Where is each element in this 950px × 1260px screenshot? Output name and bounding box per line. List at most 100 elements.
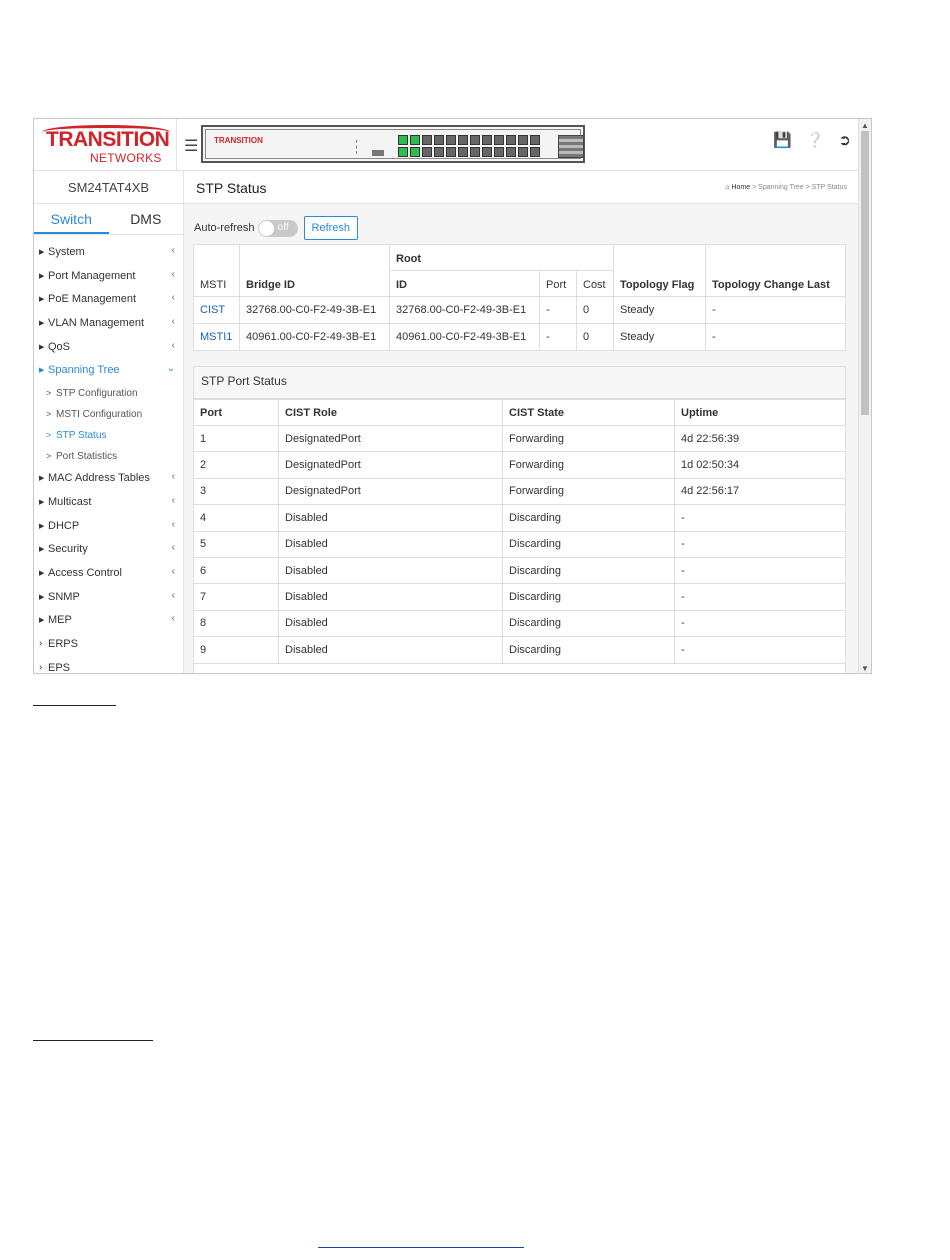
column-header: Port <box>539 270 577 297</box>
save-icon[interactable]: 💾 <box>773 133 792 148</box>
ethernet-port-icon[interactable] <box>422 147 432 157</box>
table-cell: - <box>674 556 846 585</box>
sidebar-item-spanning-tree[interactable]: ▶ Spanning Tree ⌄ <box>34 359 183 383</box>
auto-refresh-toggle[interactable]: off <box>257 219 298 237</box>
logout-icon[interactable]: ➲ <box>838 133 851 148</box>
scroll-thumb[interactable] <box>861 131 869 415</box>
ethernet-port-icon[interactable] <box>398 135 408 145</box>
breadcrumb-home[interactable]: Home <box>731 184 750 191</box>
table-row: 6 Disabled Discarding - <box>193 556 846 585</box>
breadcrumb-current: STP Status <box>811 184 847 191</box>
sidebar-subitem-label: Port Statistics <box>56 451 118 463</box>
ethernet-port-icon[interactable] <box>494 147 504 157</box>
chevron-left-icon: ‹ <box>171 542 175 554</box>
sidebar-item-qos[interactable]: ▶ QoS ‹ <box>34 336 183 360</box>
ethernet-port-icon[interactable] <box>458 147 468 157</box>
column-header: Port <box>193 399 279 426</box>
ethernet-port-icon[interactable] <box>422 135 432 145</box>
chevron-left-icon: ‹ <box>171 339 175 351</box>
ethernet-port-icon[interactable] <box>530 135 540 145</box>
msti-link[interactable]: CIST <box>193 296 240 324</box>
sidebar-item-access-control[interactable]: ▶ Access Control ‹ <box>34 562 183 586</box>
table-cell: 0 <box>576 296 614 324</box>
tab-dms[interactable]: DMS <box>109 204 184 234</box>
sidebar-item-poe-management[interactable]: ▶ PoE Management ‹ <box>34 288 183 312</box>
help-icon[interactable]: ❔ <box>806 133 825 148</box>
sidebar-item-mac-address-tables[interactable]: ▶ MAC Address Tables ‹ <box>34 467 183 491</box>
ethernet-port-icon[interactable] <box>410 147 420 157</box>
sidebar-item-eps[interactable]: › EPS <box>34 657 183 673</box>
ethernet-port-icon[interactable] <box>434 147 444 157</box>
ethernet-port-icon[interactable] <box>506 147 516 157</box>
table-cell: 40961.00-C0-F2-49-3B-E1 <box>239 323 390 351</box>
ethernet-port-icon[interactable] <box>530 147 540 157</box>
ethernet-port-icon[interactable] <box>518 147 528 157</box>
sidebar-item-erps[interactable]: › ERPS <box>34 633 183 657</box>
menu-toggle-icon[interactable]: ☰ <box>184 139 198 155</box>
sfp-ports <box>558 135 584 158</box>
scroll-down-icon[interactable]: ▼ <box>861 664 869 673</box>
sidebar-item-multicast[interactable]: ▶ Multicast ‹ <box>34 491 183 515</box>
sidebar-subitem-port-statistics[interactable]: > Port Statistics <box>34 446 183 467</box>
sidebar-menu: ▶ System ‹ ▶ Port Management ‹ ▶ PoE Manageme… <box>34 235 183 673</box>
chevron-left-icon: ‹ <box>171 494 175 506</box>
table-cell: 4 <box>193 504 279 532</box>
sidebar-item-security[interactable]: ▶ Security ‹ <box>34 538 183 562</box>
ethernet-port-icon[interactable] <box>470 147 480 157</box>
sidebar-subitem-msti-configuration[interactable]: > MSTI Configuration <box>34 404 183 425</box>
panel-title: STP Port Status <box>194 367 845 399</box>
column-header: Topology Change Last <box>705 244 846 297</box>
ethernet-port-icon[interactable] <box>410 135 420 145</box>
ethernet-port-icon[interactable] <box>482 147 492 157</box>
table-row: 3 DesignatedPort Forwarding 4d 22:56:17 <box>193 477 846 506</box>
table-row: 9 Disabled Discarding - <box>193 636 846 664</box>
ethernet-port-icon[interactable] <box>494 135 504 145</box>
ethernet-port-icon[interactable] <box>446 135 456 145</box>
refresh-button[interactable]: Refresh <box>303 216 359 240</box>
ethernet-port-icon[interactable] <box>458 135 468 145</box>
sidebar-subitem-stp-configuration[interactable]: > STP Configuration <box>34 383 183 404</box>
sidebar-item-vlan-management[interactable]: ▶ VLAN Management ‹ <box>34 312 183 336</box>
column-header: MSTI <box>193 244 240 297</box>
console-port-icon <box>356 140 368 154</box>
table-cell: 2 <box>193 451 279 479</box>
ethernet-port-icon[interactable] <box>506 135 516 145</box>
sidebar-item-snmp[interactable]: ▶ SNMP ‹ <box>34 586 183 610</box>
table-cell: Discarding <box>502 556 675 585</box>
column-header: ID <box>389 270 540 297</box>
tab-switch[interactable]: Switch <box>34 204 109 234</box>
sidebar-subitem-stp-status[interactable]: > STP Status <box>34 425 183 446</box>
caret-right-icon: ▶ <box>39 569 45 577</box>
ethernet-port-icon[interactable] <box>434 135 444 145</box>
ethernet-port-icon[interactable] <box>398 147 408 157</box>
ethernet-port-icon[interactable] <box>518 135 528 145</box>
brand-logo[interactable]: TRANSITION NETWORKS <box>34 119 177 171</box>
table-cell: Discarding <box>502 504 675 532</box>
sidebar-subitem-label: STP Status <box>56 430 107 442</box>
device-model: SM24TAT4XB <box>34 171 183 204</box>
ethernet-port-icon[interactable] <box>482 135 492 145</box>
sidebar-item-label: Spanning Tree <box>48 364 120 377</box>
table-cell: DesignatedPort <box>278 451 503 479</box>
sidebar-tabs: Switch DMS <box>34 204 183 235</box>
scroll-up-icon[interactable]: ▲ <box>861 121 869 130</box>
toggle-state-label: off <box>277 221 289 233</box>
caret-right-icon: ▶ <box>39 522 45 530</box>
breadcrumb-spanning-tree[interactable]: Spanning Tree <box>758 184 804 191</box>
ethernet-port-icon[interactable] <box>470 135 480 145</box>
chevron-left-icon: ‹ <box>171 613 175 625</box>
sidebar-item-mep[interactable]: ▶ MEP ‹ <box>34 609 183 633</box>
breadcrumb: ⌂ Home > Spanning Tree > STP Status <box>725 184 847 191</box>
table-cell: - <box>539 323 577 351</box>
table-cell: 5 <box>193 530 279 558</box>
sidebar-item-dhcp[interactable]: ▶ DHCP ‹ <box>34 515 183 539</box>
msti-link[interactable]: MSTI1 <box>193 323 240 351</box>
sidebar-item-port-management[interactable]: ▶ Port Management ‹ <box>34 265 183 289</box>
ethernet-port-icon[interactable] <box>446 147 456 157</box>
column-header: Uptime <box>674 399 846 426</box>
sidebar-item-system[interactable]: ▶ System ‹ <box>34 241 183 265</box>
sidebar: SM24TAT4XB Switch DMS ▶ System ‹ ▶ Port Man… <box>34 171 184 673</box>
scrollbar[interactable]: ▲ ▼ <box>858 119 871 673</box>
home-icon[interactable]: ⌂ <box>725 184 729 191</box>
table-cell: 32768.00-C0-F2-49-3B-E1 <box>239 296 390 324</box>
